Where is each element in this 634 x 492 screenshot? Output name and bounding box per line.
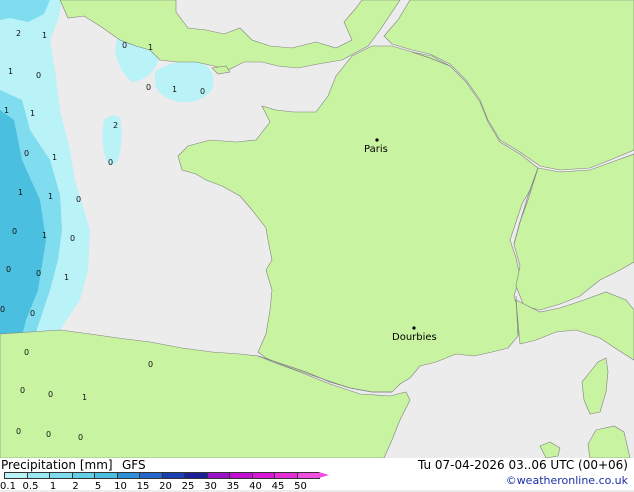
color-scale-segment: [49, 472, 73, 479]
precip-value: 1: [48, 192, 53, 201]
color-scale-segment: [26, 472, 50, 479]
precip-value: 1: [82, 393, 87, 402]
color-scale-segment: [139, 472, 163, 479]
color-scale-label: 35: [226, 481, 240, 492]
precip-value: 1: [42, 31, 47, 40]
legend-title: Precipitation [mm]: [1, 458, 113, 472]
color-scale: 0.1 0.5 1 2 5 10 15 20 25 30 35 40 45 50: [0, 472, 330, 492]
color-scale-segment: [206, 472, 230, 479]
precip-value: 0: [148, 360, 153, 369]
precip-value: 1: [8, 67, 13, 76]
color-scale-label: 0.1: [0, 481, 16, 492]
city-label-dourbies: Dourbies: [392, 332, 437, 343]
precip-value: 0: [20, 386, 25, 395]
color-scale-label: 1: [49, 481, 57, 492]
precip-value: 0: [200, 87, 205, 96]
legend-bar: Precipitation [mm] GFS Tu 07-04-2026 03.…: [0, 458, 634, 492]
precip-value: 0: [48, 390, 53, 399]
color-scale-segment: [296, 472, 320, 479]
precip-value: 0: [78, 433, 83, 442]
precip-value: 0: [16, 427, 21, 436]
color-scale-label: 30: [204, 481, 217, 492]
color-scale-label: 2: [72, 481, 79, 492]
legend-model: GFS: [122, 458, 146, 472]
legend-credit: ©weatheronline.co.uk: [505, 474, 628, 487]
precip-value: 0: [36, 71, 41, 80]
precip-value: 0: [36, 269, 41, 278]
precip-value: 2: [16, 29, 21, 38]
color-scale-segment: [229, 472, 253, 479]
color-scale-label: 5: [94, 481, 102, 492]
color-scale-label: 25: [181, 481, 195, 492]
color-scale-label: 45: [271, 481, 285, 492]
precip-value: 1: [4, 106, 9, 115]
city-label-paris: Paris: [364, 144, 388, 155]
color-scale-label: 10: [114, 481, 127, 492]
precip-value: 1: [18, 188, 23, 197]
precip-value: 1: [30, 109, 35, 118]
color-scale-segment: [274, 472, 298, 479]
precip-value: 0: [0, 305, 5, 314]
color-scale-segment: [71, 472, 95, 479]
color-scale-label: 15: [136, 481, 150, 492]
color-scale-segment: [94, 472, 118, 479]
precip-value: 0: [12, 227, 17, 236]
color-scale-segment: [184, 472, 208, 479]
precip-value: 1: [148, 43, 153, 52]
precip-value: 1: [52, 153, 57, 162]
city-marker-paris: [375, 138, 379, 142]
color-scale-label: 40: [249, 481, 262, 492]
precip-value: 0: [46, 430, 51, 439]
precip-value: 0: [24, 348, 29, 357]
color-scale-label: 50: [294, 481, 307, 492]
precip-value: 2: [113, 121, 118, 130]
precipitation-map: Paris Dourbies 2 1 0 1 1 0 1 0 0 1 1 2 0…: [0, 0, 634, 458]
city-marker-dourbies: [412, 326, 416, 330]
precip-value: 0: [122, 41, 127, 50]
precip-value: 0: [70, 234, 75, 243]
color-scale-segment: [4, 472, 28, 479]
legend-valid-time: Tu 07-04-2026 03..06 UTC (00+06): [417, 458, 628, 472]
precip-value: 1: [64, 273, 69, 282]
color-scale-label: 0.5: [22, 481, 39, 492]
precip-value: 0: [76, 195, 81, 204]
precip-value: 0: [6, 265, 11, 274]
color-scale-segment: [116, 472, 140, 479]
color-scale-label: 20: [159, 481, 172, 492]
color-scale-segment: [161, 472, 185, 479]
precip-value: 0: [30, 309, 35, 318]
precip-value: 0: [146, 83, 151, 92]
precip-value: 1: [172, 85, 177, 94]
color-scale-arrow: [319, 472, 329, 478]
precip-value: 0: [24, 149, 29, 158]
precip-value: 0: [108, 158, 113, 167]
color-scale-segment: [251, 472, 275, 479]
precip-value: 1: [42, 231, 47, 240]
